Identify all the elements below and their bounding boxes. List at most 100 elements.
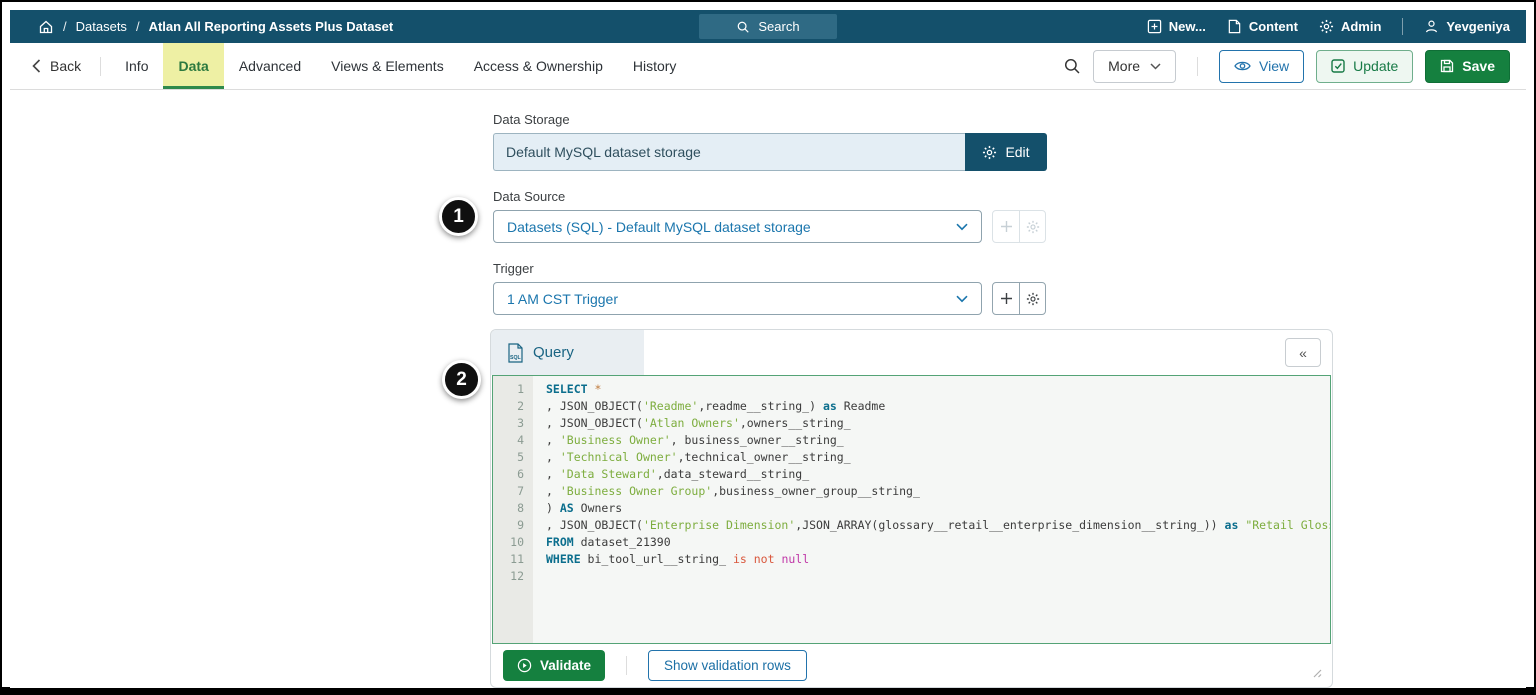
app-window: / Datasets / Atlan All Reporting Assets … (0, 0, 1536, 695)
breadcrumb-section[interactable]: Datasets (76, 19, 127, 34)
data-source-settings-button[interactable] (1019, 211, 1045, 242)
play-circle-icon (517, 658, 532, 673)
line-number: 3 (493, 415, 524, 432)
chevron-left-icon (32, 59, 41, 73)
code-line (546, 568, 1330, 585)
breadcrumb-separator: / (63, 19, 67, 34)
edit-storage-button[interactable]: Edit (965, 133, 1047, 171)
query-panel: SQL Query « 123456789101112 SELECT *, JS… (490, 329, 1333, 688)
tab-query[interactable]: SQL Query (491, 330, 644, 375)
data-source-row: Datasets (SQL) - Default MySQL dataset s… (493, 210, 1333, 243)
collapse-panel-button[interactable]: « (1285, 338, 1321, 367)
update-button[interactable]: Update (1316, 50, 1413, 83)
show-validation-rows-button[interactable]: Show validation rows (648, 650, 807, 681)
line-number: 12 (493, 568, 524, 585)
search-placeholder: Search (758, 19, 799, 34)
plus-square-icon (1147, 19, 1162, 34)
data-storage-field[interactable] (493, 133, 965, 171)
search-icon (736, 20, 750, 34)
line-number: 7 (493, 483, 524, 500)
search-icon[interactable] (1063, 57, 1081, 75)
trigger-settings-button[interactable] (1019, 283, 1045, 314)
validate-button-label: Validate (540, 658, 591, 673)
more-button-label: More (1108, 58, 1140, 74)
topbar-actions: New... Content (1147, 18, 1526, 35)
line-number: 2 (493, 398, 524, 415)
toolbar-divider (100, 57, 101, 76)
data-source-label: Data Source (493, 189, 1333, 204)
validate-button[interactable]: Validate (503, 650, 605, 681)
person-icon (1424, 19, 1439, 34)
chevron-down-icon (956, 295, 968, 303)
gear-icon (982, 145, 997, 160)
trigger-action-group (992, 282, 1046, 315)
update-button-label: Update (1353, 58, 1398, 74)
code-line: , 'Business Owner Group',business_owner_… (546, 483, 1330, 500)
tab-toolbar: Back Info Data Advanced Views & Elements… (10, 43, 1526, 90)
tab-views-elements[interactable]: Views & Elements (316, 43, 459, 89)
line-number: 5 (493, 449, 524, 466)
code-line: , JSON_OBJECT('Atlan Owners',owners__str… (546, 415, 1330, 432)
view-button-label: View (1259, 58, 1289, 74)
trigger-section: Trigger 1 AM CST Trigger (490, 261, 1333, 315)
plus-icon (1000, 292, 1013, 305)
back-button[interactable]: Back (26, 43, 91, 89)
code-line: SELECT * (546, 381, 1330, 398)
line-number: 9 (493, 517, 524, 534)
home-icon[interactable] (38, 19, 54, 35)
back-button-label: Back (50, 58, 81, 74)
validation-toolbar: Validate Show validation rows (491, 644, 1332, 687)
view-button[interactable]: View (1219, 50, 1304, 83)
plus-icon (1000, 220, 1013, 233)
svg-text:SQL: SQL (510, 355, 521, 361)
data-source-value: Datasets (SQL) - Default MySQL dataset s… (507, 219, 811, 235)
trigger-label: Trigger (493, 261, 1333, 276)
sql-editor[interactable]: 123456789101112 SELECT *, JSON_OBJECT('R… (492, 375, 1331, 644)
save-icon (1440, 59, 1454, 73)
tab-advanced[interactable]: Advanced (224, 43, 316, 89)
annotation-2: 2 (442, 360, 481, 399)
tab-data[interactable]: Data (163, 43, 223, 89)
data-storage-section: Data Storage (490, 112, 1333, 171)
main-content: 1 2 Data Storage (10, 90, 1526, 688)
chevron-down-icon (956, 223, 968, 231)
resize-handle[interactable] (1311, 667, 1322, 678)
user-menu[interactable]: Yevgeniya (1424, 19, 1510, 34)
chevron-down-icon (1150, 63, 1161, 70)
add-trigger-button[interactable] (993, 283, 1019, 314)
sql-file-icon: SQL (507, 343, 524, 363)
save-button[interactable]: Save (1425, 50, 1510, 83)
tab-info[interactable]: Info (110, 43, 163, 89)
content-button[interactable]: Content (1227, 19, 1298, 34)
content-button-label: Content (1249, 19, 1298, 34)
check-square-icon (1331, 59, 1345, 73)
code-line: ) AS Owners (546, 500, 1330, 517)
tab-access-ownership[interactable]: Access & Ownership (459, 43, 618, 89)
admin-button[interactable]: Admin (1319, 19, 1381, 34)
dataset-form: Data Storage (490, 90, 1333, 688)
add-data-source-button[interactable] (993, 211, 1019, 242)
line-number-gutter: 123456789101112 (493, 376, 533, 643)
trigger-value: 1 AM CST Trigger (507, 291, 618, 307)
topbar-divider (1402, 18, 1403, 35)
toolbar-actions: More View Upda (1063, 43, 1510, 89)
data-source-section: Data Source Datasets (SQL) - Default MyS… (490, 189, 1333, 243)
top-navigation-bar: / Datasets / Atlan All Reporting Assets … (10, 10, 1526, 43)
new-button[interactable]: New... (1147, 19, 1206, 34)
query-panel-tabs: SQL Query « (491, 330, 1332, 375)
document-icon (1227, 19, 1242, 34)
trigger-select[interactable]: 1 AM CST Trigger (493, 282, 982, 315)
line-number: 1 (493, 381, 524, 398)
search-input[interactable]: Search (699, 14, 837, 39)
user-name: Yevgeniya (1446, 19, 1510, 34)
sql-code[interactable]: SELECT *, JSON_OBJECT('Readme',readme__s… (533, 376, 1330, 643)
tab-history[interactable]: History (618, 43, 692, 89)
code-line: FROM dataset_21390 (546, 534, 1330, 551)
validation-divider (626, 656, 627, 675)
show-validation-rows-label: Show validation rows (664, 658, 791, 673)
annotation-1: 1 (439, 197, 478, 236)
line-number: 6 (493, 466, 524, 483)
data-source-select[interactable]: Datasets (SQL) - Default MySQL dataset s… (493, 210, 982, 243)
more-button[interactable]: More (1093, 50, 1176, 83)
admin-button-label: Admin (1341, 19, 1381, 34)
